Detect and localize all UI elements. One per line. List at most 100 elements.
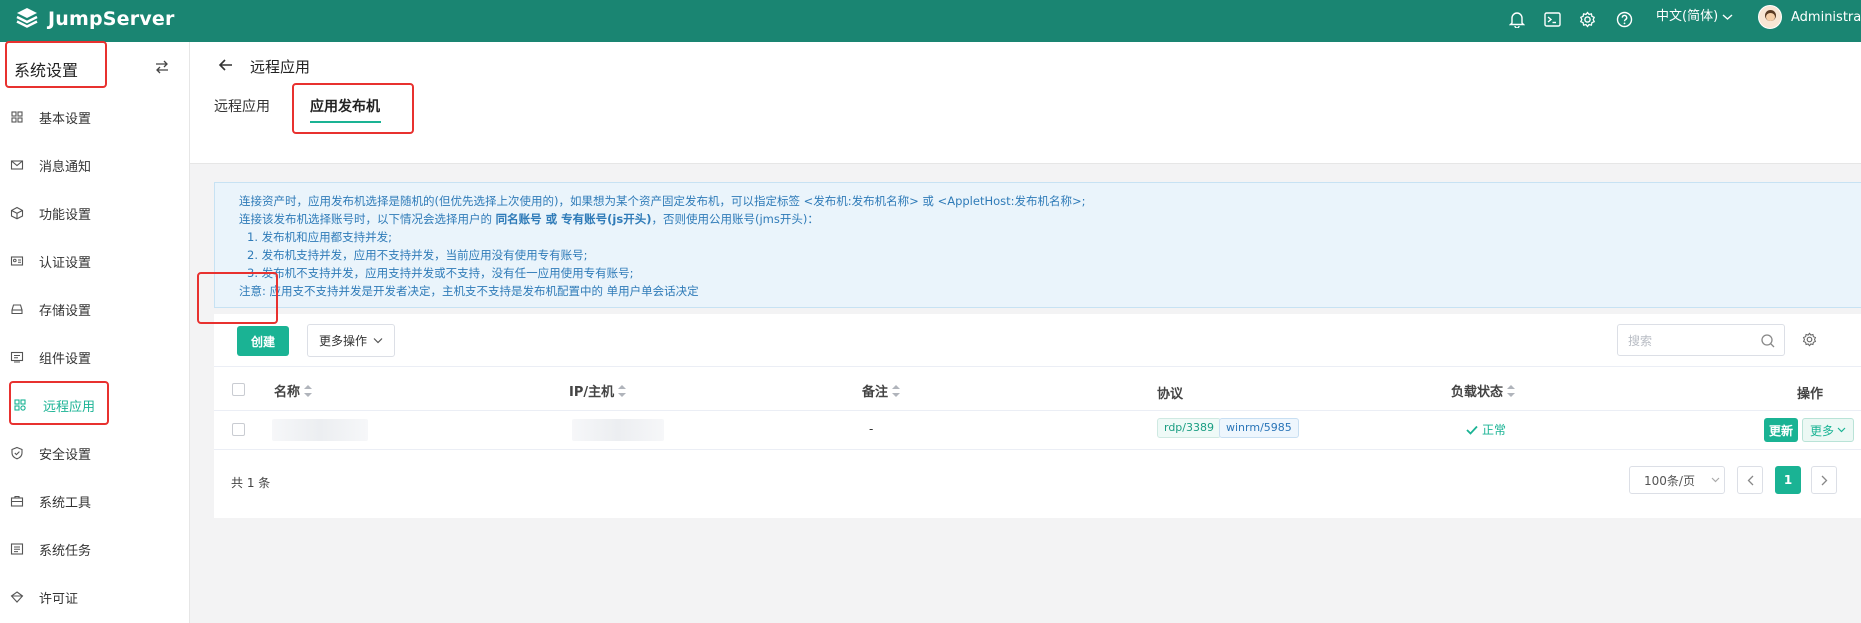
load-status: 正常 [1466,421,1506,438]
cube-icon [10,206,24,220]
column-header-ip[interactable]: IP/主机 [569,381,627,400]
terminal-icon[interactable] [1542,8,1562,30]
sort-icon[interactable] [1507,384,1516,397]
column-header-protocols: 协议 [1157,387,1184,402]
shield-icon [11,446,23,460]
sidebar-item-basic-settings[interactable]: 基本设置 [0,94,190,140]
prev-page-button[interactable] [1737,466,1763,494]
column-header-comment[interactable]: 备注 [862,381,901,400]
search-icon[interactable] [1760,333,1776,349]
message-icon [10,160,24,170]
chevron-down-icon [373,338,383,344]
more-actions-label: 更多操作 [318,334,367,348]
user-menu[interactable]: Administrato [1758,5,1861,29]
column-header-load-status[interactable]: 负载状态 [1451,381,1516,400]
row-more-button[interactable]: 更多 [1802,418,1854,442]
sidebar-item-label: 存储设置 [39,303,92,319]
sidebar-item-label: 基本设置 [39,111,92,127]
search-input[interactable] [1628,331,1758,351]
column-header-name[interactable]: 名称 [274,381,313,400]
sidebar-item-feature-settings[interactable]: 功能设置 [0,190,190,236]
license-icon [10,591,24,603]
search-box[interactable] [1617,324,1785,356]
sidebar-item-storage-settings[interactable]: 存储设置 [0,286,190,332]
page-size-select[interactable]: 100条/页 [1629,466,1725,494]
row-checkbox[interactable] [232,423,245,436]
protocol-tag: winrm/5985 [1219,418,1299,438]
total-count: 共 1 条 [231,476,271,490]
sidebar-item-label: 消息通知 [39,159,92,175]
notice-item: 1. 发布机和应用都支持并发; [247,230,393,244]
sidebar-item-label: 认证设置 [39,255,92,271]
notice-note: 注意: 应用支不支持并发是开发者决定，主机支不支持是发布机配置中的 单用户单会话… [239,284,699,298]
language-selector[interactable]: 中文(简体) [1656,7,1733,27]
table-header: 名称 IP/主机 备注 协议 负载状态 操作 [214,366,1861,411]
applet-host-list-card: 创建 更多操作 名称 IP/主机 备注 协议 负载状态 操作 [214,314,1861,518]
table-settings-gear-icon[interactable] [1802,332,1817,347]
sort-icon[interactable] [892,384,901,397]
sidebar-item-message-notification[interactable]: 消息通知 [0,142,190,188]
select-all-checkbox[interactable] [232,383,245,396]
page-number-current[interactable]: 1 [1775,466,1801,494]
switch-arrows-icon[interactable] [154,59,170,75]
sidebar-item-label: 许可证 [39,591,79,607]
main-content: 远程应用 远程应用 应用发布机 连接资产时，应用发布机选择是随机的(但优先选择上… [190,42,1861,623]
help-icon[interactable] [1614,8,1634,30]
sidebar-item-security-settings[interactable]: 安全设置 [0,430,190,476]
user-name: Administrato [1791,9,1861,25]
notice-line: 连接资产时，应用发布机选择是随机的(但优先选择上次使用的)，如果想为某个资产固定… [239,194,1086,208]
protocol-tag: rdp/3389 [1157,418,1221,438]
storage-icon [11,304,23,315]
sort-icon[interactable] [618,384,627,397]
more-actions-button[interactable]: 更多操作 [307,324,395,357]
notice-line: 连接该发布机选择账号时，以下情况会选择用户的 同名账号 或 专有账号(js开头)… [239,212,819,226]
create-button[interactable]: 创建 [237,326,289,356]
sidebar-item-label: 系统任务 [39,543,92,559]
notice-item: 2. 发布机支持并发，应用不支持并发，当前应用没有使用专有账号; [247,248,588,262]
column-header-actions: 操作 [1797,387,1824,402]
row-more-label: 更多 [1809,423,1834,438]
sidebar-item-label: 功能设置 [39,207,92,223]
page-size-label: 100条/页 [1644,473,1695,488]
toolbox-icon [10,495,24,507]
highlight-box [292,83,414,134]
chevron-down-icon [1722,14,1733,20]
back-arrow-icon[interactable] [217,56,235,74]
language-label: 中文(简体) [1656,9,1719,24]
sidebar-item-label: 系统工具 [39,495,92,511]
highlight-box [197,272,278,324]
tab-remote-apps[interactable]: 远程应用 [214,96,270,116]
status-text: 正常 [1482,423,1507,437]
sidebar-item-system-tasks[interactable]: 系统任务 [0,526,190,572]
sidebar-item-auth-settings[interactable]: 认证设置 [0,238,190,284]
chevron-down-icon [1711,477,1720,483]
update-button[interactable]: 更新 [1764,418,1798,442]
sidebar-item-component-settings[interactable]: 组件设置 [0,334,190,380]
table-row: - rdp/3389 winrm/5985 正常 更新 更多 [214,411,1861,450]
sidebar-item-license[interactable]: 许可证 [0,574,190,620]
grid-icon [11,111,23,123]
highlight-box [5,41,107,88]
jumpserver-logo-icon [16,8,38,28]
name-cell-redacted[interactable] [272,419,368,441]
task-icon [10,543,24,555]
chevron-down-icon [1837,427,1846,433]
page-header: 远程应用 远程应用 应用发布机 [190,42,1861,164]
page-title: 远程应用 [250,58,311,76]
highlight-box [9,381,109,425]
sidebar-item-label: 安全设置 [39,447,92,463]
ip-cell-redacted [572,419,664,441]
sidebar-item-system-tools[interactable]: 系统工具 [0,478,190,524]
info-notice: 连接资产时，应用发布机选择是随机的(但优先选择上次使用的)，如果想为某个资产固定… [214,182,1861,308]
comment-cell: - [869,422,874,436]
sidebar-item-label: 组件设置 [39,351,92,367]
brand-name: JumpServer [48,8,175,30]
notice-item: 3. 发布机不支持并发，应用支持并发或不支持，没有任一应用使用专有账号; [247,266,634,280]
logo[interactable]: JumpServer [14,6,175,32]
settings-gear-icon[interactable] [1577,8,1597,30]
bell-icon[interactable] [1507,8,1527,30]
next-page-button[interactable] [1811,466,1837,494]
chevron-right-icon [1821,475,1827,485]
sort-icon[interactable] [304,384,313,397]
check-icon [1466,425,1478,435]
